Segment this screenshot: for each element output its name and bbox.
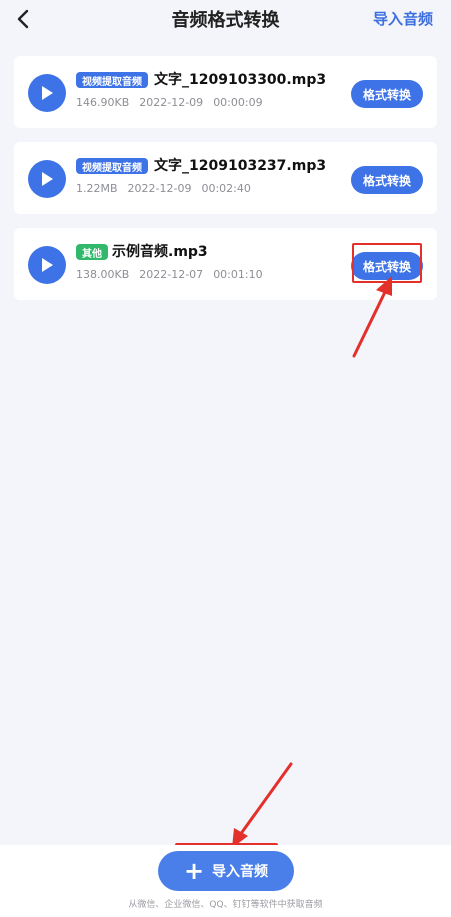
file-duration: 00:00:09 bbox=[213, 96, 263, 109]
file-duration: 00:02:40 bbox=[201, 182, 251, 195]
plus-icon: + bbox=[183, 857, 205, 885]
list-item: 视频提取音频 文字_1209103300.mp3 146.90KB 2022-1… bbox=[14, 56, 437, 128]
import-audio-label: 导入音频 bbox=[212, 864, 269, 880]
source-tag: 视频提取音频 bbox=[76, 72, 148, 88]
file-name: 文字_1209103237.mp3 bbox=[154, 158, 327, 174]
file-date: 2022-12-07 bbox=[139, 268, 204, 281]
file-name: 文字_1209103300.mp3 bbox=[154, 72, 327, 88]
play-icon bbox=[42, 86, 53, 100]
file-meta: 1.22MB 2022-12-09 00:02:40 bbox=[76, 182, 251, 195]
list-item: 视频提取音频 文字_1209103237.mp3 1.22MB 2022-12-… bbox=[14, 142, 437, 214]
file-name: 示例音频.mp3 bbox=[112, 244, 208, 260]
format-convert-button[interactable]: 格式转换 bbox=[351, 166, 423, 194]
file-size: 1.22MB bbox=[76, 182, 118, 195]
highlight-box-convert bbox=[352, 243, 422, 283]
import-audio-button[interactable]: + 导入音频 bbox=[158, 851, 294, 891]
play-icon bbox=[42, 258, 53, 272]
file-date: 2022-12-09 bbox=[127, 182, 192, 195]
import-hint: 从微信、企业微信、QQ、钉钉等软件中获取音频 bbox=[128, 900, 323, 910]
play-button[interactable] bbox=[28, 246, 66, 284]
source-tag: 视频提取音频 bbox=[76, 158, 148, 174]
play-icon bbox=[42, 172, 53, 186]
arrow-to-import bbox=[232, 762, 293, 848]
file-size: 138.00KB bbox=[76, 268, 130, 281]
import-audio-link[interactable]: 导入音频 bbox=[373, 8, 433, 29]
file-meta: 146.90KB 2022-12-09 00:00:09 bbox=[76, 96, 263, 109]
bottom-bar: + 导入音频 从微信、企业微信、QQ、钉钉等软件中获取音频 bbox=[0, 845, 451, 917]
file-meta: 138.00KB 2022-12-07 00:01:10 bbox=[76, 268, 263, 281]
format-convert-button[interactable]: 格式转换 bbox=[351, 80, 423, 108]
source-tag: 其他 bbox=[76, 244, 108, 260]
header: 音频格式转换 导入音频 bbox=[0, 0, 451, 40]
play-button[interactable] bbox=[28, 160, 66, 198]
file-size: 146.90KB bbox=[76, 96, 130, 109]
play-button[interactable] bbox=[28, 74, 66, 112]
file-duration: 00:01:10 bbox=[213, 268, 263, 281]
file-date: 2022-12-09 bbox=[139, 96, 204, 109]
